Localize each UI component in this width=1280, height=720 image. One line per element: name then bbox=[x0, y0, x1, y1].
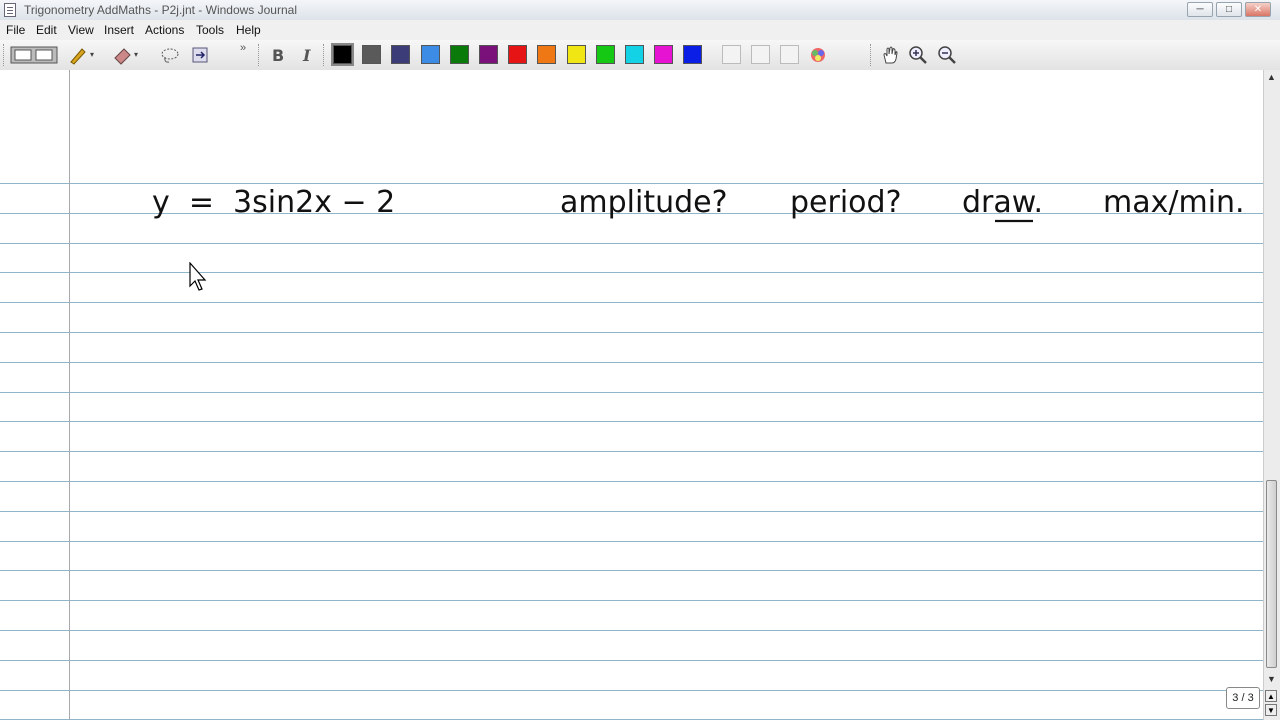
pen-color-swatch[interactable] bbox=[683, 45, 703, 64]
toolbar-grip bbox=[3, 44, 6, 66]
pen-color-swatch[interactable] bbox=[508, 45, 528, 64]
zoom-in-icon[interactable] bbox=[908, 45, 928, 65]
bold-ink-icon[interactable]: B bbox=[268, 45, 288, 65]
pen-color-swatch[interactable] bbox=[362, 45, 382, 64]
menu-insert[interactable]: Insert bbox=[104, 23, 134, 37]
scroll-up-icon[interactable]: ▲ bbox=[1267, 72, 1276, 82]
toolbar-separator bbox=[323, 44, 326, 66]
menu-actions[interactable]: Actions bbox=[145, 23, 184, 37]
pen-color-swatch[interactable] bbox=[654, 45, 674, 64]
pen-color-empty[interactable] bbox=[722, 45, 741, 64]
pen-color-swatch[interactable] bbox=[449, 45, 469, 64]
scrollbar-thumb[interactable] bbox=[1266, 480, 1277, 668]
lasso-select-icon[interactable] bbox=[160, 45, 180, 65]
pen-tool-icon[interactable] bbox=[68, 45, 88, 65]
journal-page[interactable]: y = 3sin2x − 2 amplitude? period? draw. … bbox=[0, 70, 1263, 720]
handwritten-period: period? bbox=[790, 185, 902, 220]
close-button[interactable]: ✕ bbox=[1245, 2, 1271, 17]
next-page-icon[interactable]: ▼ bbox=[1265, 704, 1277, 716]
pen-color-swatch[interactable] bbox=[391, 45, 411, 64]
toolbar: ▾ ▾ » B I bbox=[0, 40, 1280, 71]
more-colors-icon[interactable] bbox=[808, 45, 828, 65]
menu-edit[interactable]: Edit bbox=[36, 23, 57, 37]
pen-color-swatch[interactable] bbox=[479, 45, 498, 64]
menu-tools[interactable]: Tools bbox=[196, 23, 224, 37]
menu-view[interactable]: View bbox=[68, 23, 94, 37]
page-layout-icon[interactable] bbox=[10, 44, 60, 66]
eraser-icon[interactable] bbox=[112, 45, 132, 65]
zoom-out-icon[interactable] bbox=[937, 45, 957, 65]
page-indicator: 3 / 3 bbox=[1226, 687, 1260, 709]
svg-text:B: B bbox=[272, 46, 284, 65]
title-bar: Trigonometry AddMaths - P2j.jnt - Window… bbox=[0, 0, 1280, 21]
pen-color-swatch[interactable] bbox=[331, 43, 354, 66]
toolbar-separator bbox=[258, 44, 261, 66]
insert-space-icon[interactable] bbox=[190, 45, 210, 65]
handwritten-equation: y = 3sin2x − 2 bbox=[152, 185, 395, 220]
pen-color-swatch[interactable] bbox=[595, 45, 615, 64]
menu-help[interactable]: Help bbox=[236, 23, 261, 37]
mouse-pointer-icon bbox=[189, 262, 207, 291]
toolbar-separator bbox=[870, 44, 873, 66]
scroll-down-icon[interactable]: ▼ bbox=[1267, 674, 1276, 684]
pan-hand-icon[interactable] bbox=[880, 45, 900, 65]
minimize-button[interactable]: ─ bbox=[1187, 2, 1213, 17]
toolbar-overflow-icon[interactable]: » bbox=[240, 42, 246, 54]
menu-file[interactable]: File bbox=[6, 23, 25, 37]
pen-color-empty[interactable] bbox=[751, 45, 770, 64]
italic-ink-icon[interactable]: I bbox=[297, 45, 317, 65]
svg-text:I: I bbox=[302, 46, 311, 65]
journal-app-icon bbox=[4, 3, 16, 17]
maximize-button[interactable]: □ bbox=[1216, 2, 1242, 17]
pen-color-swatch[interactable] bbox=[566, 45, 586, 64]
pen-color-swatch[interactable] bbox=[420, 45, 440, 64]
eraser-dropdown-icon[interactable]: ▾ bbox=[134, 50, 138, 59]
menu-bar: File Edit View Insert Actions Tools Help bbox=[0, 20, 1280, 40]
handwritten-draw: draw. bbox=[962, 185, 1043, 220]
pen-color-empty[interactable] bbox=[780, 45, 799, 64]
pen-color-swatch[interactable] bbox=[625, 45, 644, 64]
handwritten-maxmin: max/min. bbox=[1103, 185, 1245, 220]
pen-dropdown-icon[interactable]: ▾ bbox=[90, 50, 94, 59]
window-title: Trigonometry AddMaths - P2j.jnt - Window… bbox=[24, 3, 297, 17]
previous-page-icon[interactable]: ▲ bbox=[1265, 690, 1277, 702]
handwritten-ink: y = 3sin2x − 2 amplitude? period? draw. … bbox=[152, 185, 1245, 223]
pen-color-swatch[interactable] bbox=[537, 45, 557, 64]
handwritten-amplitude: amplitude? bbox=[560, 185, 728, 220]
